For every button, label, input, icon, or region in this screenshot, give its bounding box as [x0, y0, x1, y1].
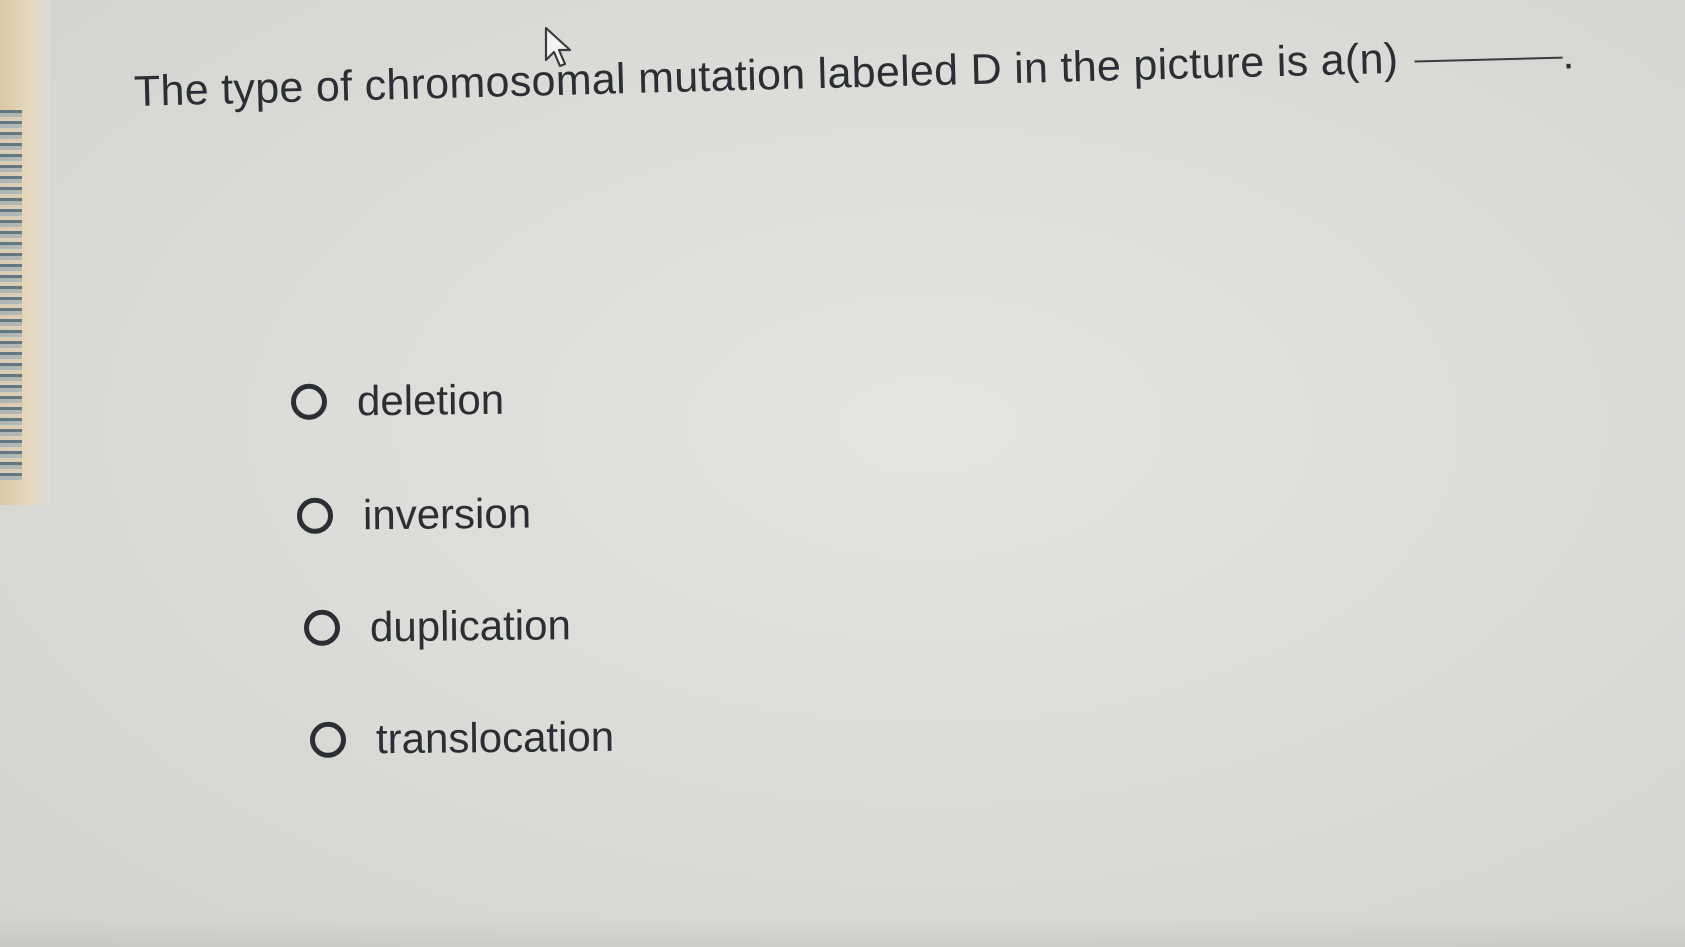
option-deletion[interactable]: deletion: [290, 375, 505, 426]
option-label: translocation: [375, 712, 615, 763]
option-label: inversion: [362, 489, 532, 539]
left-edge-background: [0, 0, 50, 505]
option-label: duplication: [369, 601, 572, 651]
radio-button-icon[interactable]: [303, 609, 341, 646]
option-label: deletion: [356, 375, 505, 425]
question-prompt: The type of chromosomal mutation labeled…: [133, 30, 1575, 117]
radio-button-icon[interactable]: [309, 721, 347, 758]
radio-button-icon[interactable]: [296, 497, 334, 534]
left-edge-pattern: [0, 110, 22, 480]
option-inversion[interactable]: inversion: [296, 489, 532, 540]
option-duplication[interactable]: duplication: [303, 601, 572, 652]
mouse-pointer-icon: [544, 26, 572, 68]
question-text: The type of chromosomal mutation labeled…: [133, 34, 1399, 116]
answer-blank: [1414, 56, 1563, 63]
bottom-shade: [0, 917, 1685, 947]
radio-button-icon[interactable]: [290, 383, 328, 420]
question-period: .: [1561, 30, 1576, 79]
quiz-screen: The type of chromosomal mutation labeled…: [0, 0, 1685, 947]
option-translocation[interactable]: translocation: [309, 712, 615, 764]
